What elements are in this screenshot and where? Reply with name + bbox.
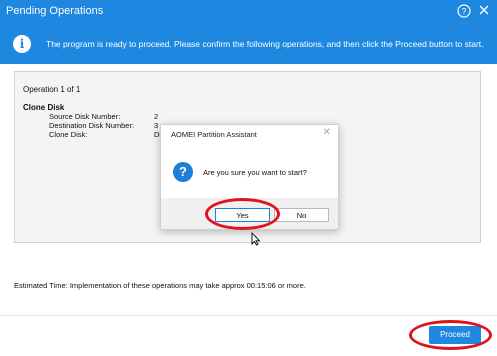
title-bar: Pending Operations ? <box>0 0 497 24</box>
operation-row: Destination Disk Number: 3 <box>49 121 158 130</box>
row-value: 3 <box>154 121 159 130</box>
no-button[interactable]: No <box>274 208 329 222</box>
svg-text:?: ? <box>461 7 466 17</box>
window-title: Pending Operations <box>6 5 104 17</box>
row-label: Source Disk Number: <box>49 112 121 121</box>
dialog-close-icon[interactable]: ✕ <box>323 127 331 138</box>
info-icon: i <box>13 35 31 53</box>
row-label: Clone Disk: <box>49 130 88 139</box>
confirm-dialog: AOMEI Partition Assistant ✕ ? Are you su… <box>160 124 339 230</box>
row-label: Destination Disk Number: <box>49 121 135 130</box>
footer-divider <box>0 315 497 316</box>
help-icon[interactable]: ? <box>456 4 472 20</box>
proceed-button[interactable]: Proceed <box>429 326 481 344</box>
operation-row: Source Disk Number: 2 <box>49 112 158 121</box>
operation-count: Operation 1 of 1 <box>23 85 81 94</box>
operation-title: Clone Disk <box>23 103 65 112</box>
question-icon: ? <box>173 162 193 182</box>
banner-text: The program is ready to proceed. Please … <box>46 39 484 49</box>
estimated-time: Estimated Time: Implementation of these … <box>14 281 306 290</box>
row-value: 2 <box>154 112 159 121</box>
info-banner: i The program is ready to proceed. Pleas… <box>0 24 497 64</box>
yes-button[interactable]: Yes <box>215 208 270 222</box>
close-icon[interactable] <box>476 4 492 20</box>
dialog-title: AOMEI Partition Assistant <box>171 130 257 139</box>
dialog-message: Are you sure you want to start? <box>203 168 307 177</box>
mouse-cursor-icon <box>251 231 261 251</box>
operation-row: Clone Disk: Di <box>49 130 161 139</box>
